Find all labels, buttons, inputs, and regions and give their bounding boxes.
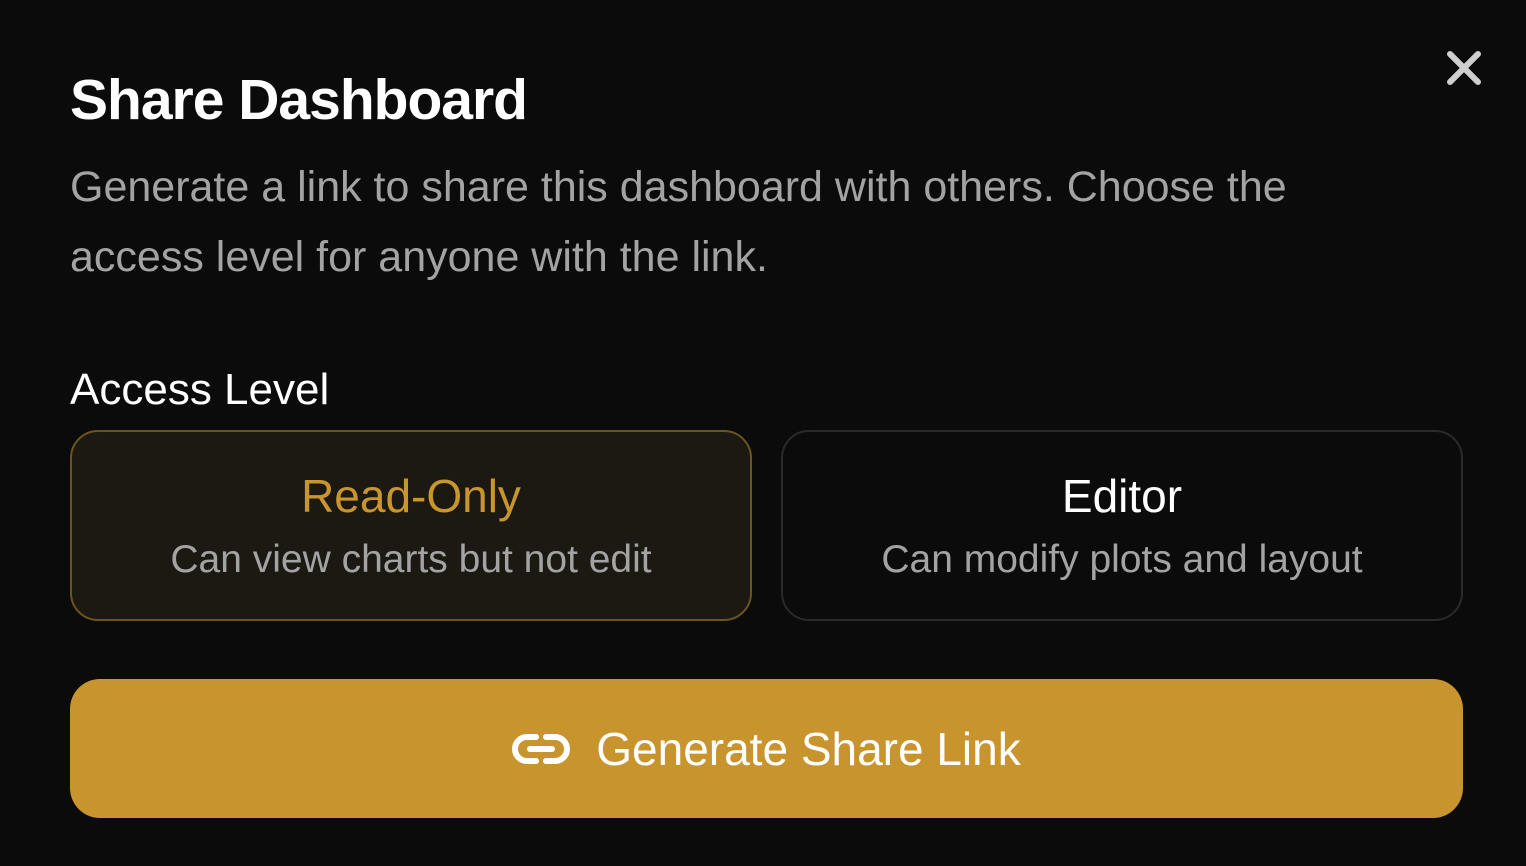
share-dialog: Share Dashboard Generate a link to share… — [0, 0, 1526, 866]
option-description: Can modify plots and layout — [881, 537, 1363, 581]
dialog-description: Generate a link to share this dashboard … — [70, 163, 1287, 281]
dialog-title: Share Dashboard — [70, 68, 528, 132]
generate-share-link-button[interactable]: Generate Share Link — [70, 679, 1463, 818]
option-title: Editor — [1061, 469, 1183, 522]
option-description: Can view charts but not edit — [170, 537, 652, 581]
access-option-editor[interactable]: Editor Can modify plots and layout — [781, 430, 1463, 621]
access-option-read-only[interactable]: Read-Only Can view charts but not edit — [70, 430, 752, 621]
access-level-label: Access Level — [70, 365, 330, 414]
close-button[interactable] — [1444, 48, 1484, 88]
option-title: Read-Only — [301, 469, 521, 522]
close-icon — [1447, 51, 1481, 85]
generate-button-label: Generate Share Link — [596, 722, 1021, 775]
link-icon — [512, 729, 571, 769]
